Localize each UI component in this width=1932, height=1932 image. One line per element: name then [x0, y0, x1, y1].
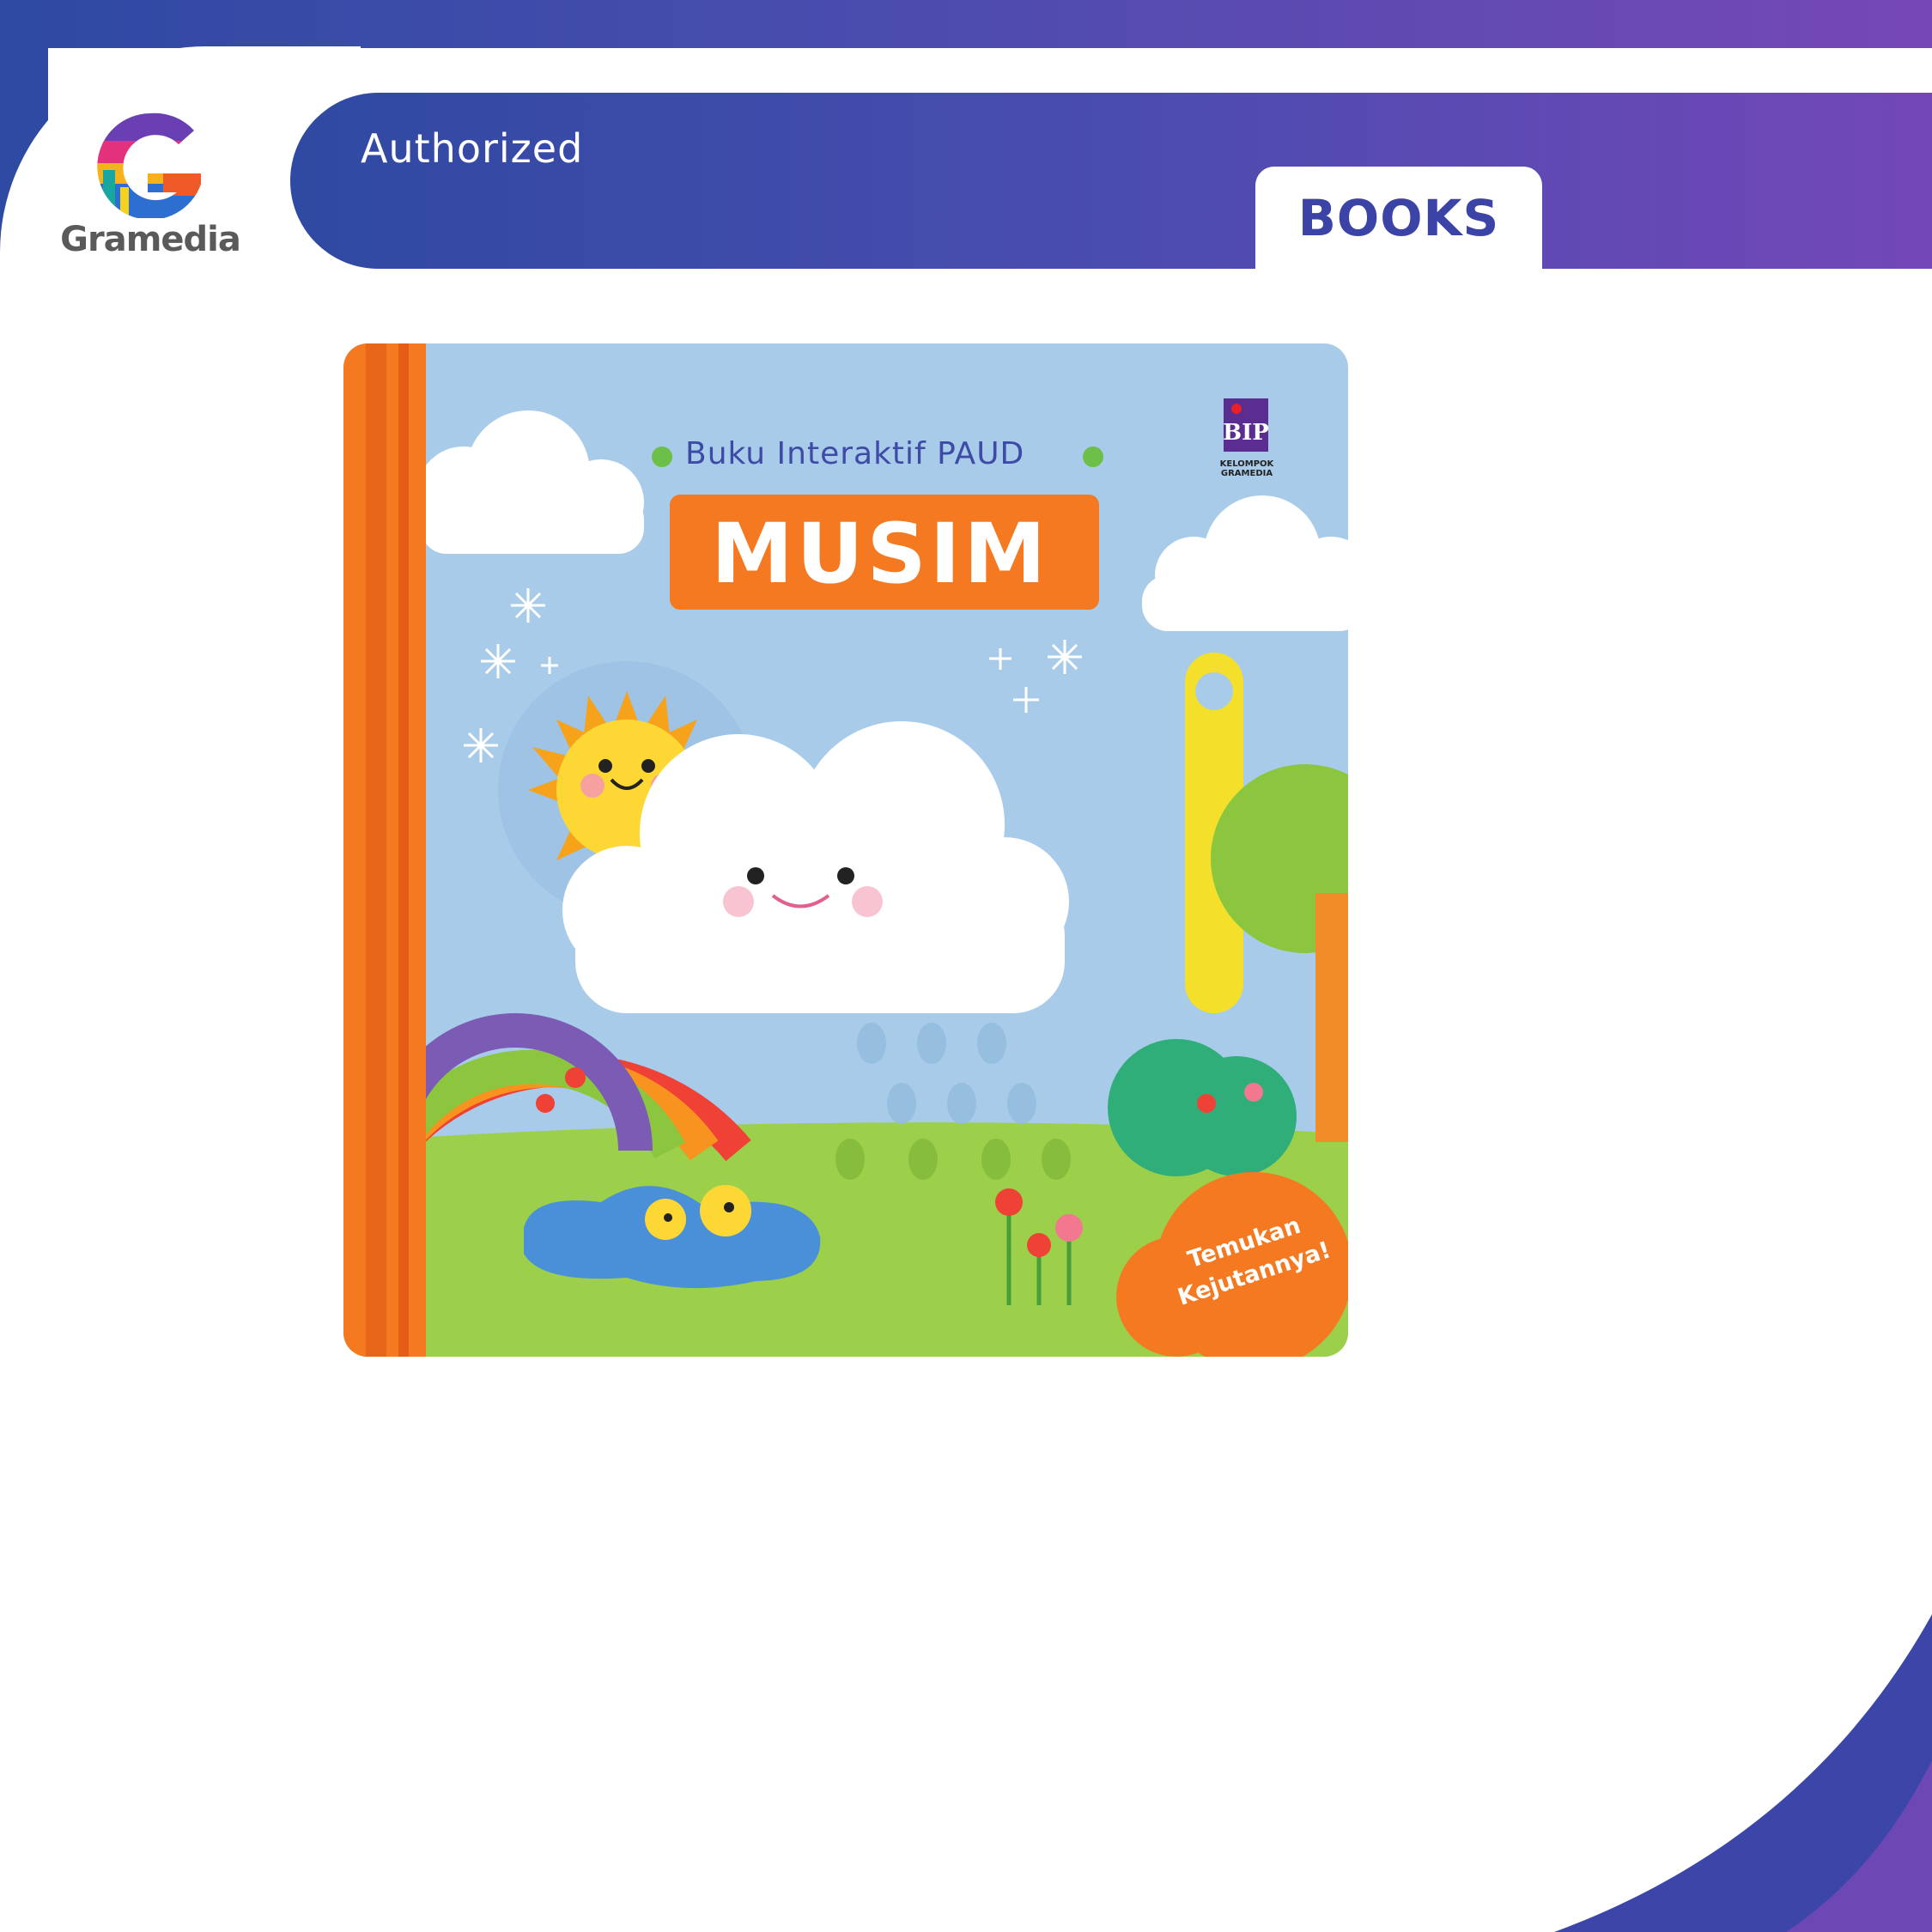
gramedia-logo-icon	[97, 112, 201, 220]
gramedia-wordmark: Gramedia	[60, 220, 241, 259]
publisher-caption: KELOMPOK GRAMEDIA	[1208, 459, 1285, 478]
book-cover-image: BIP	[343, 343, 1348, 1357]
publisher-logo-text: BIP	[1223, 420, 1269, 446]
header-banner	[290, 93, 1932, 269]
publisher-caption-line1: KELOMPOK	[1219, 459, 1274, 469]
book-title: MUSIM	[711, 506, 1049, 602]
books-category-label[interactable]: BOOKS	[1255, 189, 1542, 247]
series-label: Buku Interaktif PAUD	[685, 436, 1025, 471]
publisher-caption-line2: GRAMEDIA	[1220, 469, 1273, 478]
authorized-label: Authorized	[361, 125, 584, 172]
